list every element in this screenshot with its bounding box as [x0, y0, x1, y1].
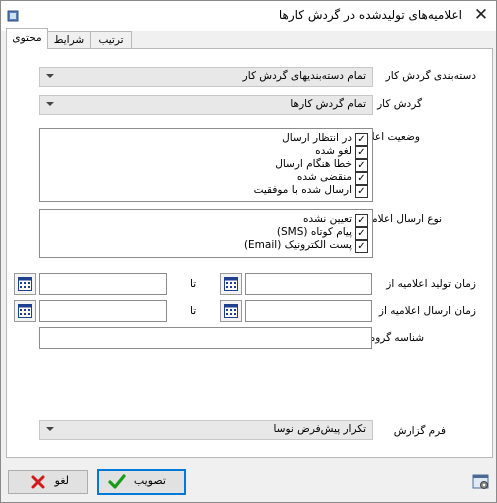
group-id-input[interactable] [39, 327, 372, 349]
status-list: ✓ در انتظار ارسال ✓ لغو شده ✓ خطا هنگام … [39, 128, 373, 202]
creation-time-to-label: تا [190, 278, 197, 290]
chevron-down-icon [46, 427, 54, 431]
checkbox[interactable]: ✓ [355, 172, 368, 185]
checkmark-icon [108, 474, 126, 489]
workflow-label: گردش کار [377, 98, 422, 110]
tab-content[interactable]: محتوی [6, 28, 48, 49]
report-form-label: فرم گزارش [393, 425, 446, 437]
workflow-category-value: تمام دسته‌بندیهای گردش کار [242, 70, 366, 82]
window-title: اعلامیه‌های تولیدشده در گردش کارها [278, 8, 462, 22]
checkbox[interactable]: ✓ [355, 146, 368, 159]
send-type-label: نوع ارسال اعلامیه [363, 213, 442, 225]
creation-time-to-input[interactable] [39, 273, 167, 295]
calendar-icon[interactable] [220, 273, 242, 295]
close-button[interactable]: ✕ [470, 5, 492, 25]
send-type-item-email[interactable]: ✓ پست الکترونیک (Email) [168, 239, 368, 253]
ok-button[interactable]: تصویب [97, 469, 186, 495]
dialog-window: اعلامیه‌های تولیدشده در گردش کارها ✕ ترت… [0, 0, 497, 503]
tab-conditions[interactable]: شرایط [47, 31, 91, 48]
calendar-icon[interactable] [220, 300, 242, 322]
workflow-select[interactable]: تمام گردش کارها [39, 95, 373, 115]
creation-time-from-input[interactable] [245, 273, 372, 295]
checkbox[interactable]: ✓ [355, 185, 368, 198]
checkbox[interactable]: ✓ [355, 240, 368, 253]
checkbox[interactable]: ✓ [355, 133, 368, 146]
send-type-list: ✓ تعیین نشده ✓ پیام کوتاه (SMS) ✓ پست ال… [39, 209, 373, 258]
workflow-value: تمام گردش کارها [290, 98, 366, 110]
x-icon [31, 475, 45, 489]
creation-time-label: زمان تولید اعلامیه از [386, 278, 476, 290]
app-icon [7, 10, 19, 22]
title-bar: اعلامیه‌های تولیدشده در گردش کارها ✕ [1, 1, 496, 31]
calendar-icon[interactable] [14, 300, 36, 322]
chevron-down-icon [46, 102, 54, 106]
send-time-label: زمان ارسال اعلامیه از [378, 305, 476, 317]
checkbox[interactable]: ✓ [355, 227, 368, 240]
send-time-from-input[interactable] [245, 300, 372, 322]
workflow-category-label: دسته‌بندی گردش کار [385, 70, 476, 82]
group-id-label: شناسه گروه [369, 332, 424, 344]
workflow-category-select[interactable]: تمام دسته‌بندیهای گردش کار [39, 67, 373, 87]
checkbox[interactable]: ✓ [355, 159, 368, 172]
send-time-to-label: تا [190, 305, 197, 317]
send-time-to-input[interactable] [39, 300, 167, 322]
tab-order[interactable]: ترتیب [90, 31, 132, 48]
chevron-down-icon [46, 74, 54, 78]
report-form-select[interactable]: تکرار پیش‌فرض نوسا [39, 420, 373, 440]
report-form-value: تکرار پیش‌فرض نوسا [273, 423, 366, 435]
calendar-icon[interactable] [14, 273, 36, 295]
settings-icon[interactable] [472, 473, 490, 491]
status-item-sent[interactable]: ✓ ارسال شده با موفقیت [168, 184, 368, 198]
checkbox[interactable]: ✓ [355, 214, 368, 227]
cancel-button[interactable]: لغو [8, 470, 88, 494]
